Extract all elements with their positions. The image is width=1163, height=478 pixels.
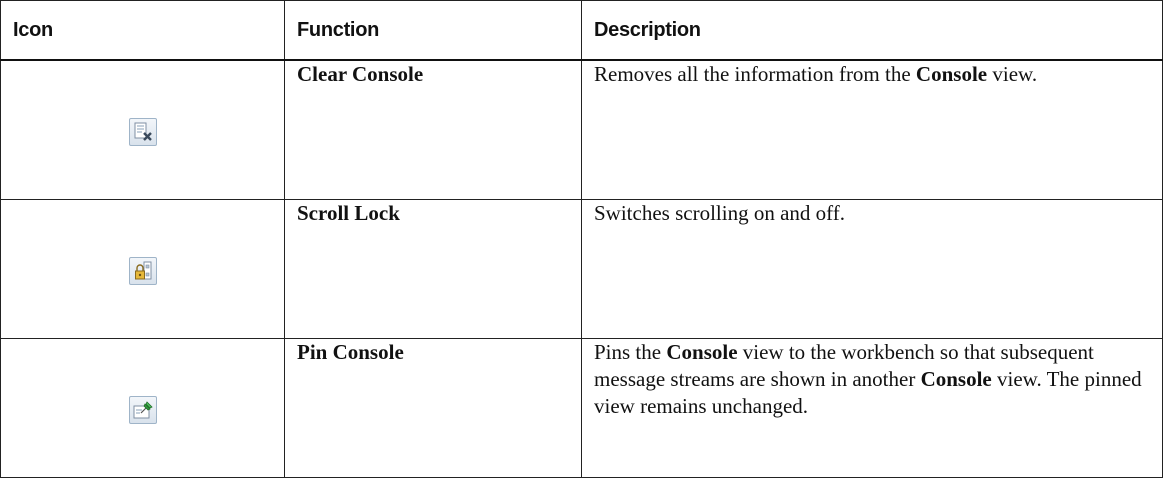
description-cell: Switches scrolling on and off. — [581, 199, 1163, 339]
function-name: Pin Console — [297, 340, 404, 364]
pin-console-icon — [128, 395, 157, 424]
icon-cell — [0, 59, 285, 200]
description-cell: Pins the Console view to the workbench s… — [581, 338, 1163, 478]
description-text: Pins the — [594, 340, 667, 364]
function-cell: Pin Console — [284, 338, 582, 478]
function-name: Clear Console — [297, 62, 424, 86]
table-row: Clear Console Removes all the informatio… — [0, 59, 1163, 200]
description-bold: Console — [915, 62, 988, 86]
description-bold: Console — [666, 340, 738, 364]
header-icon: Icon — [0, 0, 285, 61]
table-row: Pin Console Pins the Console view to the… — [0, 338, 1163, 478]
header-description: Description — [581, 0, 1163, 61]
table-header-row: Icon Function Description — [0, 0, 1163, 61]
header-function: Function — [284, 0, 582, 61]
description-text: Switches scrolling on and off. — [594, 201, 845, 225]
scroll-lock-icon — [128, 256, 157, 285]
description-cell: Removes all the information from the Con… — [581, 59, 1163, 200]
clear-console-icon — [128, 117, 157, 146]
function-name: Scroll Lock — [297, 201, 400, 225]
description-bold: Console — [920, 367, 992, 391]
table-row: Scroll Lock Switches scrolling on and of… — [0, 199, 1163, 339]
icon-cell — [0, 338, 285, 478]
description-text: Removes all the information from the — [594, 62, 916, 86]
description-text: view. — [987, 62, 1038, 86]
icon-cell — [0, 199, 285, 339]
function-cell: Clear Console — [284, 59, 582, 200]
console-toolbar-table: Icon Function Description Clear Console … — [0, 0, 1163, 478]
function-cell: Scroll Lock — [284, 199, 582, 339]
